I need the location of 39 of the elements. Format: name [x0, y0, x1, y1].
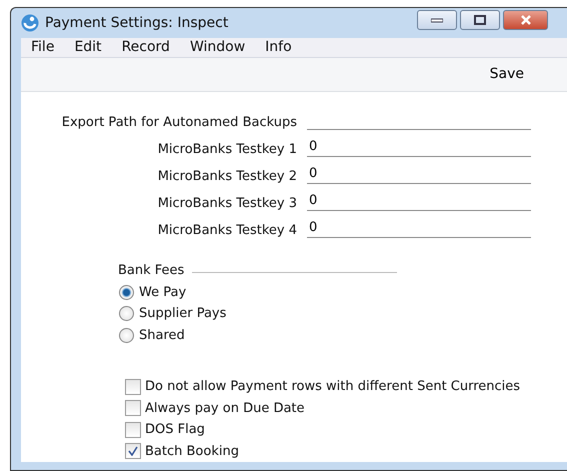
- radio-button[interactable]: [119, 306, 134, 322]
- checkbox[interactable]: [125, 422, 141, 438]
- radio-label: We Pay: [139, 284, 186, 300]
- checkbox[interactable]: [125, 378, 141, 395]
- checkbox-label: Do not allow Payment rows with different Sent Currencies: [145, 379, 520, 394]
- minimize-button[interactable]: [417, 10, 457, 30]
- field-label: Export Path for Autonamed Backups: [60, 114, 298, 130]
- menu-item[interactable]: Edit: [64, 39, 112, 56]
- input-field[interactable]: 0: [307, 138, 531, 156]
- maximize-button[interactable]: [460, 10, 500, 30]
- checkbox[interactable]: [125, 400, 141, 416]
- app-logo-icon: [21, 14, 39, 32]
- checkbox-label: Batch Booking: [145, 444, 239, 459]
- field-label: MicroBanks Testkey 3: [156, 196, 298, 210]
- radio-label: Shared: [139, 328, 185, 343]
- radio-button[interactable]: [119, 328, 134, 343]
- checkmark-icon: [128, 446, 138, 456]
- menu-item[interactable]: Info: [255, 39, 302, 56]
- radio-button[interactable]: [119, 284, 134, 300]
- input-field[interactable]: 0: [307, 218, 531, 238]
- field-label: MicroBanks Testkey 4: [156, 222, 298, 238]
- field-label: MicroBanks Testkey 2: [156, 168, 298, 184]
- minimize-icon: [431, 16, 443, 23]
- checkbox[interactable]: [125, 443, 141, 460]
- menu-item[interactable]: Record: [112, 39, 180, 56]
- radio-label: Supplier Pays: [139, 306, 226, 322]
- checkbox-label: Always pay on Due Date: [145, 400, 305, 416]
- menu-item[interactable]: Window: [180, 39, 256, 56]
- input-field[interactable]: 0: [307, 164, 531, 184]
- maximize-icon: [474, 14, 486, 25]
- checkbox-label: DOS Flag: [145, 422, 205, 438]
- window-title: Payment Settings: Inspect: [45, 14, 230, 31]
- field-label: MicroBanks Testkey 1: [156, 142, 298, 156]
- close-button[interactable]: [503, 10, 548, 30]
- group-title: Bank Fees: [118, 263, 184, 278]
- save-button[interactable]: Save: [490, 66, 524, 82]
- close-icon: [520, 14, 532, 25]
- menu-item[interactable]: File: [21, 39, 64, 56]
- input-field[interactable]: 0: [307, 192, 531, 210]
